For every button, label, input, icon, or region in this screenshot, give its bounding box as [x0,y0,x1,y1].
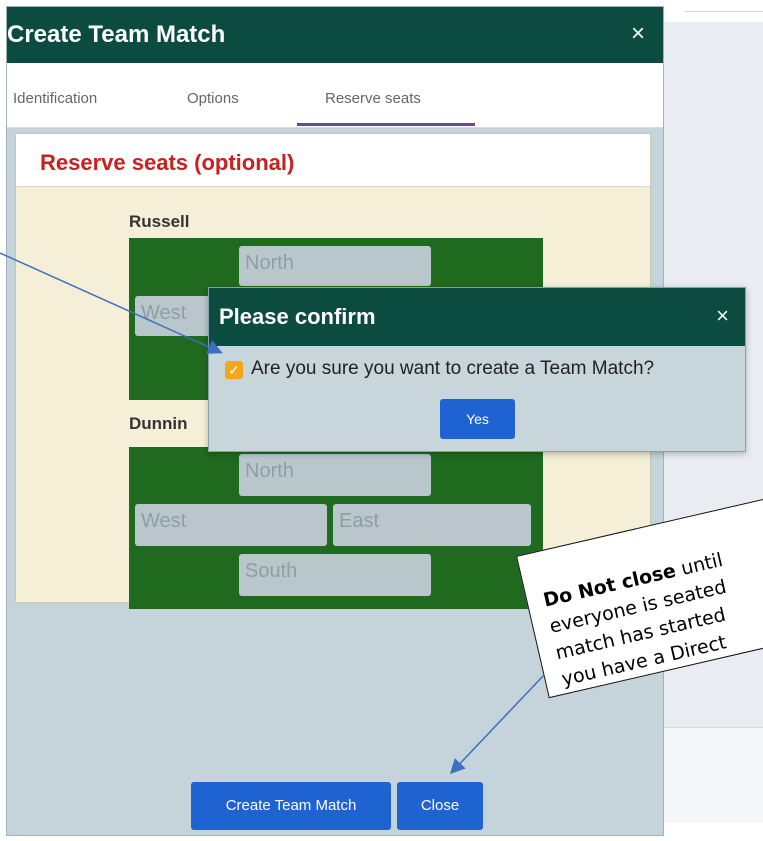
dialog-title: Create Team Match [7,21,226,48]
confirm-dialog: Please confirm × ✓ Are you sure you want… [208,287,746,452]
background-footer [655,727,763,823]
background-divider [685,11,763,12]
reserve-seats-title: Reserve seats (optional) [40,150,295,175]
reserve-seats-header: Reserve seats (optional) [16,134,650,187]
confirm-checkbox[interactable]: ✓ [225,361,243,379]
close-icon[interactable]: × [631,20,645,48]
active-tab-indicator [297,123,475,126]
seat-west[interactable]: West [135,504,327,546]
yes-button[interactable]: Yes [440,399,515,439]
tab-reserve-seats[interactable]: Reserve seats [325,90,421,107]
dialog-header: Create Team Match × [7,7,663,63]
close-button[interactable]: Close [397,782,483,830]
close-icon[interactable]: × [716,303,729,329]
confirm-title: Please confirm [219,304,376,329]
create-team-match-button[interactable]: Create Team Match [191,782,391,830]
seat-north[interactable]: North [239,454,431,496]
seat-table: North West East South [129,447,543,609]
tab-identification[interactable]: Identification [13,90,97,107]
seat-east[interactable]: East [333,504,531,546]
check-icon: ✓ [228,362,240,378]
confirm-header: Please confirm × [209,288,745,346]
seat-north[interactable]: North [239,246,431,286]
team-name: Dunnin [129,414,188,433]
seat-south[interactable]: South [239,554,431,596]
tab-options[interactable]: Options [187,90,239,107]
team-name: Russell [129,212,190,231]
confirm-message: Are you sure you want to create a Team M… [251,358,655,379]
tab-bar: Identification Options Reserve seats [7,63,663,128]
